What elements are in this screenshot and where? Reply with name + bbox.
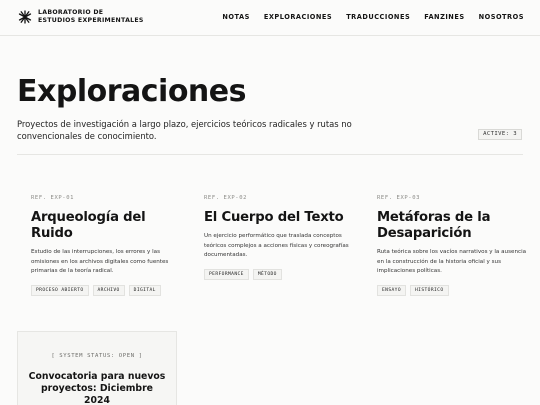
tag-metodo[interactable]: MÉTODO: [252, 268, 282, 280]
card-description: Ruta teórica sobre los vacíos narrativos…: [377, 249, 527, 274]
card-title[interactable]: Arqueología del Ruido: [31, 210, 191, 242]
nav-nosotros[interactable]: NOSOTROS: [479, 13, 524, 21]
card-title[interactable]: El Cuerpo del Texto: [204, 210, 364, 226]
exploration-card-3[interactable]: REF. EXP-03 Metáforas de la Desaparición…: [377, 195, 537, 296]
card-tags: PROCESO ABIERTO ARCHIVO DIGITAL: [31, 284, 191, 296]
nav-traducciones[interactable]: TRADUCCIONES: [346, 13, 410, 21]
card-tags: PERFORMANCE MÉTODO: [204, 268, 364, 280]
call-for-projects-title[interactable]: Convocatoria para nuevos proyectos: Dici…: [18, 371, 176, 405]
card-description: Estudio de las interrupciones, los error…: [31, 249, 169, 274]
page-description: Proyectos de investigación a largo plazo…: [17, 119, 352, 141]
card-ref: REF. EXP-02: [204, 195, 248, 201]
page-title: Exploraciones: [17, 74, 247, 109]
nav-notas[interactable]: NOTAS: [222, 13, 249, 21]
section-divider: [17, 154, 523, 155]
card-tags: ENSAYO HISTÓRICO: [377, 284, 537, 296]
asterisk-burst-icon: [18, 9, 32, 24]
nav-exploraciones[interactable]: EXPLORACIONES: [264, 13, 332, 21]
nav-fanzines[interactable]: FANZINES: [424, 13, 464, 21]
brand-logo[interactable]: LABORATORIO DE ESTUDIOS EXPERIMENTALES: [18, 9, 144, 24]
tag-performance[interactable]: PERFORMANCE: [204, 268, 249, 280]
call-for-projects-card[interactable]: [ SYSTEM STATUS: OPEN ] Convocatoria par…: [17, 331, 177, 405]
tag-archivo[interactable]: ARCHIVO: [92, 284, 125, 296]
card-ref: REF. EXP-03: [377, 195, 421, 201]
card-description: Un ejercicio performático que traslada c…: [204, 233, 349, 258]
brand-line-1: LABORATORIO DE: [38, 9, 104, 16]
exploration-card-1[interactable]: REF. EXP-01 Arqueología del Ruido Estudi…: [31, 195, 191, 296]
tag-digital[interactable]: DIGITAL: [128, 284, 161, 296]
tag-ensayo[interactable]: ENSAYO: [377, 284, 406, 296]
tag-historico[interactable]: HISTÓRICO: [410, 284, 449, 296]
exploration-card-2[interactable]: REF. EXP-02 El Cuerpo del Texto Un ejerc…: [204, 195, 364, 280]
site-header: LABORATORIO DE ESTUDIOS EXPERIMENTALES N…: [0, 0, 540, 36]
active-count-badge: ACTIVE: 3: [478, 129, 522, 140]
brand-line-2: ESTUDIOS EXPERIMENTALES: [38, 16, 144, 24]
tag-proceso-abierto[interactable]: PROCESO ABIERTO: [31, 284, 89, 296]
brand-name: LABORATORIO DE ESTUDIOS EXPERIMENTALES: [38, 9, 144, 24]
system-status-label: [ SYSTEM STATUS: OPEN ]: [51, 353, 143, 359]
card-title[interactable]: Metáforas de la Desaparición: [377, 210, 537, 242]
card-ref: REF. EXP-01: [31, 195, 75, 201]
main-nav: NOTAS EXPLORACIONES TRADUCCIONES FANZINE…: [222, 13, 524, 21]
